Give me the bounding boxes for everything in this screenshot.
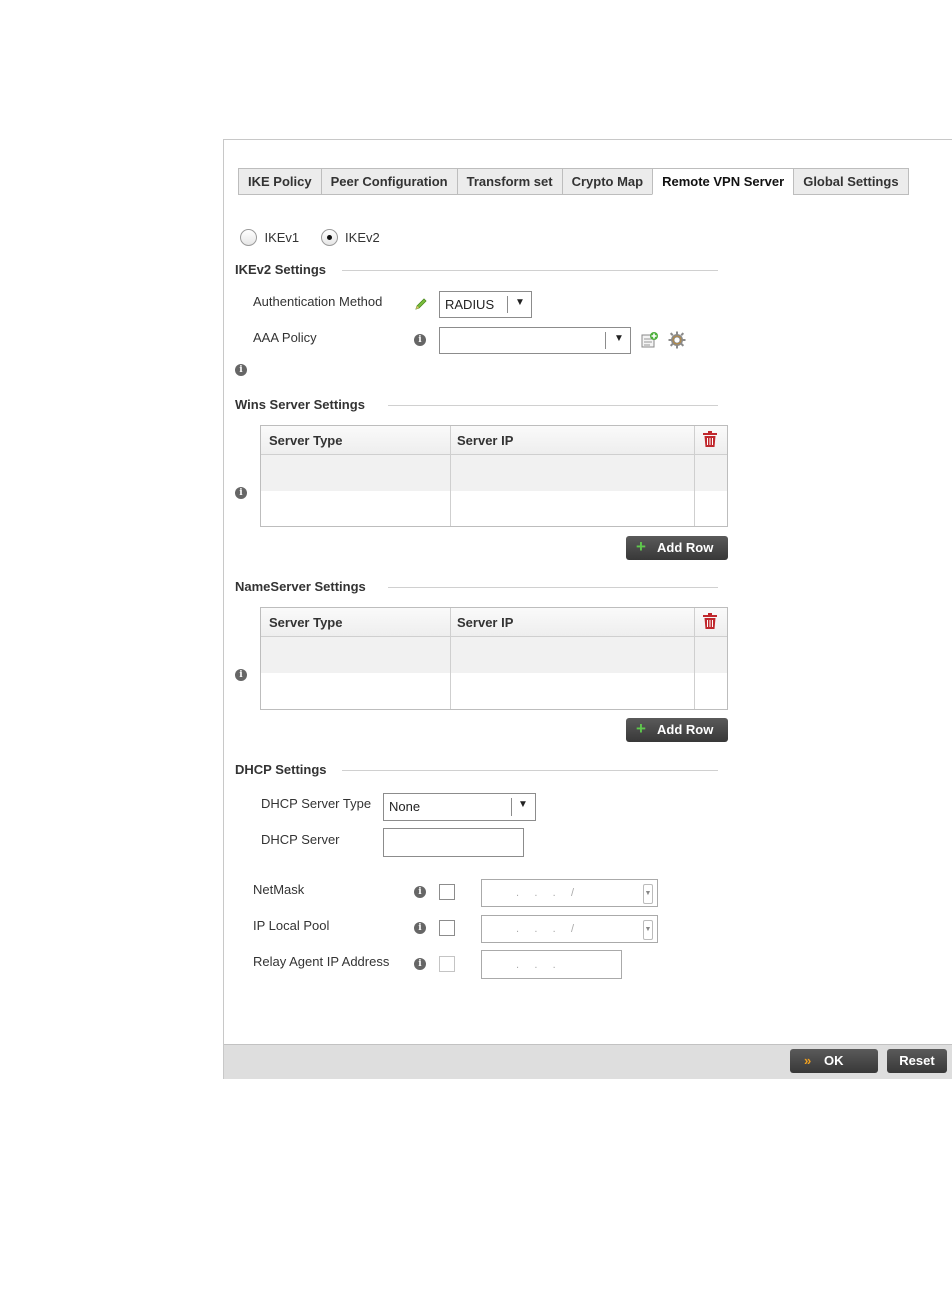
column-server-ip: Server IP (457, 615, 514, 630)
dhcp-settings-title: DHCP Settings (235, 762, 327, 777)
ok-button[interactable]: » OK (790, 1049, 878, 1073)
plus-icon: + (636, 537, 646, 556)
aaa-policy-label: AAA Policy (253, 330, 317, 345)
tab-crypto-map[interactable]: Crypto Map (561, 168, 653, 195)
relay-agent-checkbox[interactable] (439, 956, 455, 972)
tab-global-settings[interactable]: Global Settings (793, 168, 909, 195)
column-server-type: Server Type (269, 433, 343, 448)
info-icon: i (235, 487, 247, 499)
plus-icon: + (636, 719, 646, 738)
section-divider (388, 587, 718, 588)
double-chevron-right-icon: » (804, 1053, 812, 1068)
ikev1-radio[interactable] (240, 229, 257, 247)
remote-vpn-server-panel: IKE Policy Peer Configuration Transform … (223, 139, 952, 1079)
relay-agent-label: Relay Agent IP Address (253, 954, 390, 969)
pencil-icon (414, 297, 428, 311)
wins-add-row-button[interactable]: + Add Row (626, 536, 728, 560)
column-server-type: Server Type (269, 615, 343, 630)
auth-method-label: Authentication Method (253, 294, 383, 309)
dhcp-server-type-label: DHCP Server Type (261, 796, 372, 811)
create-policy-icon[interactable] (641, 332, 659, 348)
wins-settings-title: Wins Server Settings (235, 397, 365, 412)
chevron-down-icon: ▼ (614, 333, 624, 344)
ike-version-group: IKEv1 IKEv2 (240, 229, 380, 247)
info-icon: i (414, 886, 426, 898)
ip-local-pool-input[interactable]: . . . / ▼ (481, 915, 658, 943)
dhcp-server-type-select[interactable]: None ▼ (383, 793, 536, 821)
reset-button[interactable]: Reset (887, 1049, 947, 1073)
ikev2-label: IKEv2 (345, 230, 380, 246)
netmask-label: NetMask (253, 882, 305, 897)
gear-icon[interactable] (668, 331, 686, 349)
netmask-input[interactable]: . . . / ▼ (481, 879, 658, 907)
info-icon: i (235, 364, 247, 376)
nameserver-settings-title: NameServer Settings (235, 579, 366, 594)
dhcp-server-input[interactable] (383, 828, 524, 857)
section-divider (388, 405, 718, 406)
info-icon: i (414, 334, 426, 346)
footer-bar: » OK Reset (224, 1044, 952, 1079)
ip-local-pool-label: IP Local Pool (253, 918, 330, 933)
dhcp-server-label: DHCP Server (261, 832, 340, 847)
info-icon: i (414, 922, 426, 934)
relay-agent-input[interactable]: . . . (481, 950, 622, 979)
ikev2-radio[interactable] (320, 229, 338, 247)
wins-server-table: Server Type Server IP (260, 425, 728, 527)
chevron-down-icon: ▼ (515, 297, 525, 308)
table-row (261, 637, 727, 673)
trash-icon[interactable] (703, 613, 717, 629)
tab-bar: IKE Policy Peer Configuration Transform … (238, 168, 909, 195)
section-divider (342, 270, 718, 271)
nameserver-table: Server Type Server IP (260, 607, 728, 710)
column-server-ip: Server IP (457, 433, 514, 448)
tab-peer-configuration[interactable]: Peer Configuration (320, 168, 457, 195)
tab-transform-set[interactable]: Transform set (456, 168, 562, 195)
tab-remote-vpn-server[interactable]: Remote VPN Server (652, 168, 794, 195)
auth-method-select[interactable]: RADIUS ▼ (439, 291, 532, 318)
chevron-down-icon: ▼ (518, 799, 528, 810)
trash-icon[interactable] (703, 431, 717, 447)
ikev1-label: IKEv1 (264, 230, 300, 246)
chevron-down-icon[interactable]: ▼ (643, 884, 653, 904)
ip-local-pool-checkbox[interactable] (439, 920, 455, 936)
info-icon: i (235, 669, 247, 681)
section-divider (342, 770, 718, 771)
nameserver-add-row-button[interactable]: + Add Row (626, 718, 728, 742)
chevron-down-icon[interactable]: ▼ (643, 920, 653, 940)
ikev2-settings-title: IKEv2 Settings (235, 262, 327, 277)
aaa-policy-select[interactable]: ▼ (439, 327, 631, 354)
info-icon: i (414, 958, 426, 970)
tab-ike-policy[interactable]: IKE Policy (238, 168, 321, 195)
table-row (261, 455, 727, 491)
netmask-checkbox[interactable] (439, 884, 455, 900)
